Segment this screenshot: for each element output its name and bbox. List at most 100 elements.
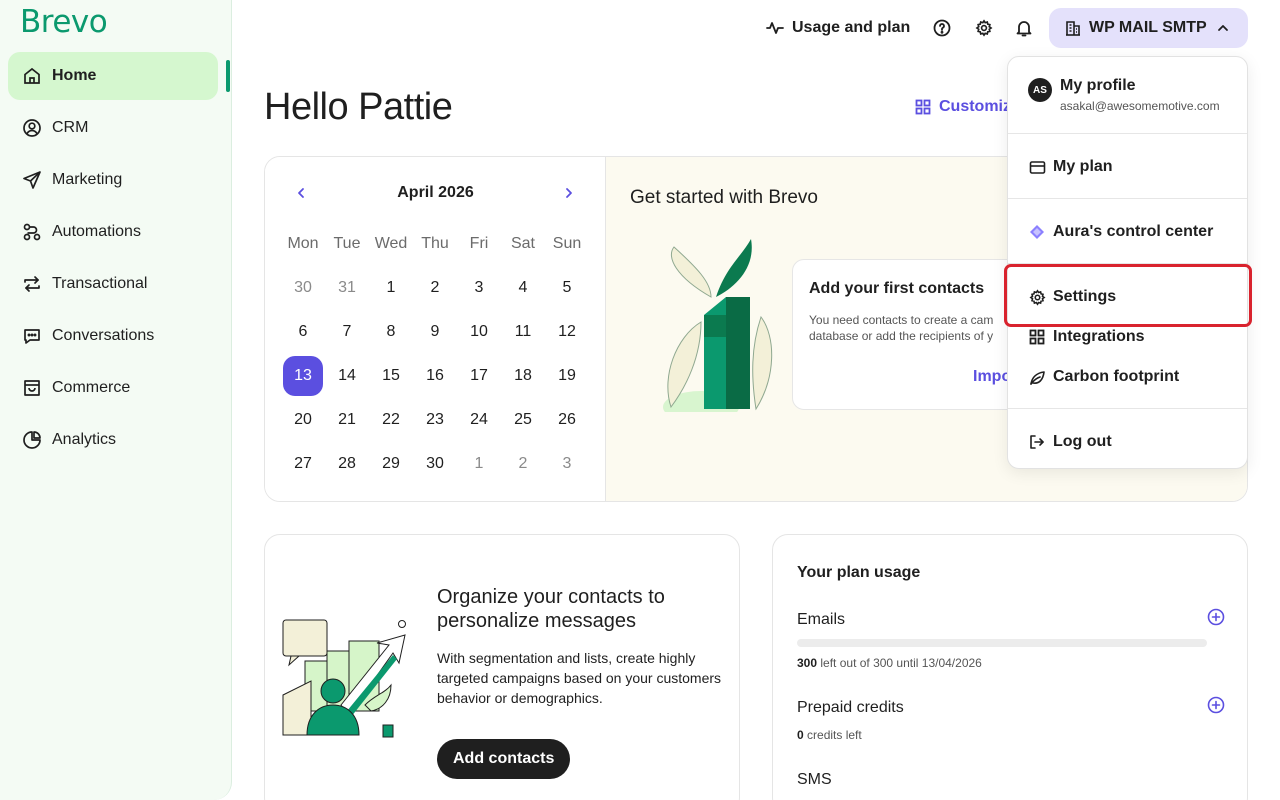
- pie-chart-icon: [22, 430, 42, 450]
- calendar-day[interactable]: 22: [371, 400, 411, 440]
- calendar-day[interactable]: 11: [503, 312, 543, 352]
- calendar-day[interactable]: 24: [459, 400, 499, 440]
- menu-item-label: Integrations: [1053, 328, 1145, 345]
- sidebar: Brevo Home CRM Marketing Automations Tra…: [0, 0, 232, 800]
- sidebar-item-marketing[interactable]: Marketing: [8, 156, 218, 204]
- calendar-day[interactable]: 21: [327, 400, 367, 440]
- calendar-day[interactable]: 2: [415, 268, 455, 308]
- calendar-day[interactable]: 29: [371, 444, 411, 484]
- weekday-label: Thu: [421, 235, 449, 252]
- bell-icon[interactable]: [1014, 18, 1034, 38]
- sidebar-item-automations[interactable]: Automations: [8, 208, 218, 256]
- calendar-day[interactable]: 17: [459, 356, 499, 396]
- brevo-logo[interactable]: Brevo: [20, 4, 108, 40]
- import-contacts-link[interactable]: Impo: [973, 368, 1011, 386]
- home-icon: [22, 66, 42, 86]
- weekday-label: Mon: [287, 235, 319, 252]
- calendar-day[interactable]: 7: [327, 312, 367, 352]
- sidebar-item-home[interactable]: Home: [8, 52, 218, 100]
- get-started-title: Get started with Brevo: [630, 187, 818, 208]
- sidebar-item-transactional[interactable]: Transactional: [8, 260, 218, 308]
- send-icon: [22, 170, 42, 190]
- usage-and-plan-button[interactable]: Usage and plan: [766, 16, 910, 40]
- sidebar-item-conversations[interactable]: Conversations: [8, 312, 218, 360]
- emails-usage-bar: [797, 639, 1207, 647]
- calendar-day[interactable]: 8: [371, 312, 411, 352]
- menu-item-integrations[interactable]: Integrations: [1028, 325, 1145, 349]
- sidebar-item-label: Commerce: [52, 379, 131, 396]
- menu-item-settings[interactable]: Settings: [1028, 285, 1116, 309]
- calendar-day-today[interactable]: 13: [283, 356, 323, 396]
- prepaid-credits-text: credits left: [807, 728, 862, 742]
- menu-item-label: My plan: [1053, 158, 1113, 175]
- calendar-day[interactable]: 19: [547, 356, 587, 396]
- calendar-day[interactable]: 5: [547, 268, 587, 308]
- calendar-day[interactable]: 16: [415, 356, 455, 396]
- my-profile-link[interactable]: My profile: [1060, 77, 1136, 95]
- account-menu-button[interactable]: WP MAIL SMTP: [1049, 8, 1248, 48]
- menu-divider: [1008, 133, 1247, 134]
- calendar: April 2026 Mon Tue Wed Thu Fri Sat Sun 30 31 1 2 3 4…: [265, 157, 606, 501]
- leaf-icon: [1028, 368, 1046, 386]
- calendar-day[interactable]: 20: [283, 400, 323, 440]
- calendar-day[interactable]: 18: [503, 356, 543, 396]
- menu-divider: [1008, 263, 1247, 264]
- menu-item-label: Aura's control center: [1053, 223, 1214, 240]
- grid-icon: [1028, 328, 1046, 346]
- menu-item-label: Settings: [1053, 288, 1117, 305]
- calendar-day[interactable]: 30: [415, 444, 455, 484]
- add-credits-plus-icon[interactable]: [1207, 696, 1225, 714]
- help-icon[interactable]: [932, 18, 952, 38]
- menu-divider: [1008, 198, 1247, 199]
- prepaid-credits-label: Prepaid credits: [797, 699, 904, 716]
- menu-item-log-out[interactable]: Log out: [1028, 430, 1112, 454]
- menu-item-aura-control-center[interactable]: Aura's control center: [1028, 220, 1213, 244]
- calendar-day[interactable]: 15: [371, 356, 411, 396]
- calendar-day[interactable]: 1: [371, 268, 411, 308]
- sidebar-item-commerce[interactable]: Commerce: [8, 364, 218, 412]
- calendar-day[interactable]: 4: [503, 268, 543, 308]
- chat-icon: [22, 326, 42, 346]
- add-contacts-button[interactable]: Add contacts: [437, 739, 571, 779]
- calendar-month-title: April 2026: [397, 184, 474, 201]
- calendar-day[interactable]: 26: [547, 400, 587, 440]
- calendar-day[interactable]: 1: [459, 444, 499, 484]
- calendar-day[interactable]: 3: [459, 268, 499, 308]
- workflow-icon: [22, 222, 42, 242]
- calendar-day[interactable]: 6: [283, 312, 323, 352]
- arrows-icon: [22, 274, 42, 294]
- calendar-next-button[interactable]: [559, 185, 579, 205]
- calendar-day[interactable]: 31: [327, 268, 367, 308]
- calendar-day[interactable]: 2: [503, 444, 543, 484]
- calendar-day[interactable]: 28: [327, 444, 367, 484]
- menu-item-my-plan[interactable]: My plan: [1028, 155, 1113, 179]
- calendar-day[interactable]: 9: [415, 312, 455, 352]
- calendar-day[interactable]: 14: [327, 356, 367, 396]
- avatar: AS: [1028, 78, 1052, 102]
- account-name: WP MAIL SMTP: [1089, 19, 1207, 36]
- customize-button[interactable]: Customiz: [915, 98, 1011, 116]
- weekday-label: Sat: [510, 235, 535, 252]
- calendar-day[interactable]: 23: [415, 400, 455, 440]
- add-emails-plus-icon[interactable]: [1207, 608, 1225, 626]
- emails-usage-text: left out of 300 until 13/04/2026: [820, 656, 982, 670]
- prepaid-credits-note: 0 credits left: [797, 728, 862, 742]
- usage-and-plan-label: Usage and plan: [792, 19, 911, 36]
- calendar-day[interactable]: 3: [547, 444, 587, 484]
- gear-icon[interactable]: [974, 18, 994, 38]
- organize-contacts-card: Organize your contacts to personalize me…: [264, 534, 740, 800]
- calendar-day[interactable]: 10: [459, 312, 499, 352]
- plant-number-one-illustration: [663, 239, 773, 412]
- menu-item-carbon-footprint[interactable]: Carbon footprint: [1028, 365, 1179, 389]
- weekday-label: Tue: [333, 235, 361, 252]
- account-dropdown-menu: AS My profile asakal@awesomemotive.com M…: [1007, 56, 1248, 469]
- sidebar-item-crm[interactable]: CRM: [8, 104, 218, 152]
- calendar-day[interactable]: 27: [283, 444, 323, 484]
- calendar-day[interactable]: 12: [547, 312, 587, 352]
- sidebar-item-analytics[interactable]: Analytics: [8, 416, 218, 464]
- calendar-day[interactable]: 30: [283, 268, 323, 308]
- prepaid-credits-count: 0: [797, 728, 804, 742]
- calendar-day[interactable]: 25: [503, 400, 543, 440]
- plan-usage-card: Your plan usage Emails 300 left out of 3…: [772, 534, 1248, 800]
- customize-label: Customiz: [939, 98, 1011, 115]
